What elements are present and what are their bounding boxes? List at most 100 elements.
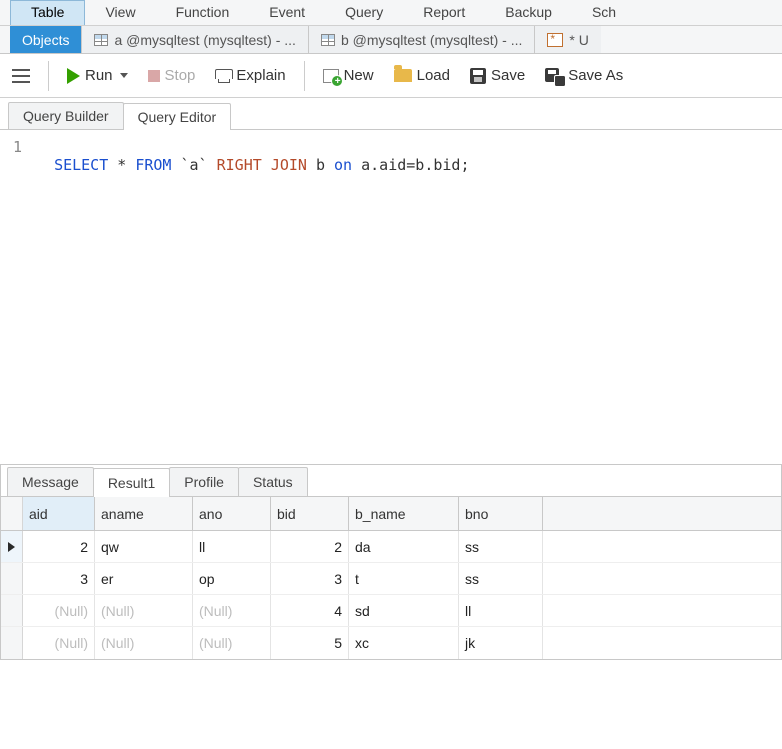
cell-b_name[interactable]: da bbox=[349, 531, 459, 562]
menu-hamburger-button[interactable] bbox=[6, 65, 36, 87]
table-icon bbox=[94, 34, 108, 46]
column-header-aname[interactable]: aname bbox=[95, 497, 193, 530]
new-button[interactable]: New bbox=[317, 63, 380, 88]
stop-icon bbox=[148, 70, 160, 82]
table-row[interactable]: 3erop3tss bbox=[1, 563, 781, 595]
cell-bid[interactable]: 5 bbox=[271, 627, 349, 659]
tab-status[interactable]: Status bbox=[238, 467, 308, 496]
menu-item-table[interactable]: Table bbox=[10, 0, 85, 25]
token-table-b: b bbox=[316, 156, 325, 174]
object-tab-bar: Objects a @mysqltest (mysqltest) - ... b… bbox=[0, 26, 782, 54]
cell-aname[interactable]: qw bbox=[95, 531, 193, 562]
cell-bid[interactable]: 4 bbox=[271, 595, 349, 626]
cell-aid[interactable]: 3 bbox=[23, 563, 95, 594]
cell-bid[interactable]: 3 bbox=[271, 563, 349, 594]
menu-item-report[interactable]: Report bbox=[403, 0, 485, 25]
row-gutter[interactable] bbox=[1, 627, 23, 659]
tab-table-a-label: a @mysqltest (mysqltest) - ... bbox=[114, 32, 295, 48]
tab-objects[interactable]: Objects bbox=[10, 26, 82, 53]
table-row[interactable]: (Null)(Null)(Null)4sdll bbox=[1, 595, 781, 627]
table-icon bbox=[321, 34, 335, 46]
row-gutter[interactable] bbox=[1, 531, 23, 562]
column-header-ano[interactable]: ano bbox=[193, 497, 271, 530]
token-from: FROM bbox=[135, 156, 171, 174]
column-header-bid[interactable]: bid bbox=[271, 497, 349, 530]
cell-ano[interactable]: (Null) bbox=[193, 627, 271, 659]
cell-ano[interactable]: ll bbox=[193, 531, 271, 562]
menu-item-query[interactable]: Query bbox=[325, 0, 403, 25]
menu-item-event[interactable]: Event bbox=[249, 0, 325, 25]
current-row-icon bbox=[8, 542, 15, 552]
cell-aname[interactable]: (Null) bbox=[95, 627, 193, 659]
tab-query-builder[interactable]: Query Builder bbox=[8, 102, 124, 129]
save-button[interactable]: Save bbox=[464, 63, 531, 88]
result-tabs: Message Result1 Profile Status bbox=[0, 464, 782, 496]
line-number: 1 bbox=[0, 138, 30, 156]
tab-message[interactable]: Message bbox=[7, 467, 94, 496]
cell-bno[interactable]: ss bbox=[459, 531, 543, 562]
row-gutter[interactable] bbox=[1, 595, 23, 626]
hamburger-icon bbox=[12, 69, 30, 83]
save-label: Save bbox=[491, 67, 525, 84]
tab-table-b[interactable]: b @mysqltest (mysqltest) - ... bbox=[309, 26, 535, 53]
table-row[interactable]: 2qwll2dass bbox=[1, 531, 781, 563]
cell-bid[interactable]: 2 bbox=[271, 531, 349, 562]
row-gutter bbox=[1, 497, 23, 530]
main-menu-bar: Table View Function Event Query Report B… bbox=[0, 0, 782, 26]
run-button[interactable]: Run bbox=[61, 63, 134, 88]
token-right: RIGHT bbox=[217, 156, 262, 174]
cell-bno[interactable]: ss bbox=[459, 563, 543, 594]
cell-bno[interactable]: ll bbox=[459, 595, 543, 626]
cell-b_name[interactable]: sd bbox=[349, 595, 459, 626]
tab-table-b-label: b @mysqltest (mysqltest) - ... bbox=[341, 32, 522, 48]
token-on: on bbox=[334, 156, 352, 174]
menu-item-schedule[interactable]: Sch bbox=[572, 0, 636, 25]
cell-b_name[interactable]: t bbox=[349, 563, 459, 594]
sql-editor[interactable]: 1SELECT * FROM `a` RIGHT JOIN b on a.aid… bbox=[0, 130, 782, 460]
cell-aid[interactable]: 2 bbox=[23, 531, 95, 562]
tab-unsaved[interactable]: * U bbox=[535, 26, 600, 53]
cell-aid[interactable]: (Null) bbox=[23, 595, 95, 626]
tab-table-a[interactable]: a @mysqltest (mysqltest) - ... bbox=[82, 26, 308, 53]
new-label: New bbox=[344, 67, 374, 84]
load-label: Load bbox=[417, 67, 450, 84]
token-join: JOIN bbox=[271, 156, 307, 174]
cell-aname[interactable]: er bbox=[95, 563, 193, 594]
cell-b_name[interactable]: xc bbox=[349, 627, 459, 659]
cell-aid[interactable]: (Null) bbox=[23, 627, 95, 659]
tab-query-editor[interactable]: Query Editor bbox=[123, 103, 232, 130]
token-select: SELECT bbox=[54, 156, 108, 174]
cell-ano[interactable]: (Null) bbox=[193, 595, 271, 626]
token-star: * bbox=[117, 156, 126, 174]
query-unsaved-icon bbox=[547, 33, 563, 47]
table-row[interactable]: (Null)(Null)(Null)5xcjk bbox=[1, 627, 781, 659]
query-toolbar: Run Stop Explain New Load Save Save As bbox=[0, 54, 782, 98]
explain-icon bbox=[215, 69, 231, 83]
stop-button[interactable]: Stop bbox=[142, 63, 202, 88]
column-header-bno[interactable]: bno bbox=[459, 497, 543, 530]
cell-aname[interactable]: (Null) bbox=[95, 595, 193, 626]
cell-ano[interactable]: op bbox=[193, 563, 271, 594]
menu-item-view[interactable]: View bbox=[85, 0, 155, 25]
tab-profile[interactable]: Profile bbox=[169, 467, 239, 496]
result-grid[interactable]: aid aname ano bid b_name bno 2qwll2dass3… bbox=[0, 496, 782, 660]
column-header-aid[interactable]: aid bbox=[23, 497, 95, 530]
column-header-bname[interactable]: b_name bbox=[349, 497, 459, 530]
row-gutter[interactable] bbox=[1, 563, 23, 594]
token-condition: a.aid=b.bid; bbox=[361, 156, 469, 174]
grid-header-row: aid aname ano bid b_name bno bbox=[1, 497, 781, 531]
explain-label: Explain bbox=[236, 67, 285, 84]
query-sub-tabs: Query Builder Query Editor bbox=[0, 98, 782, 130]
cell-bno[interactable]: jk bbox=[459, 627, 543, 659]
tab-result1[interactable]: Result1 bbox=[93, 468, 170, 497]
save-as-button[interactable]: Save As bbox=[539, 63, 629, 88]
menu-item-function[interactable]: Function bbox=[156, 0, 250, 25]
explain-button[interactable]: Explain bbox=[209, 63, 291, 88]
load-button[interactable]: Load bbox=[388, 63, 456, 88]
play-icon bbox=[67, 68, 80, 84]
save-as-icon bbox=[545, 68, 563, 84]
run-label: Run bbox=[85, 67, 113, 84]
chevron-down-icon[interactable] bbox=[120, 73, 128, 78]
menu-item-backup[interactable]: Backup bbox=[485, 0, 572, 25]
tab-objects-label: Objects bbox=[22, 32, 69, 48]
